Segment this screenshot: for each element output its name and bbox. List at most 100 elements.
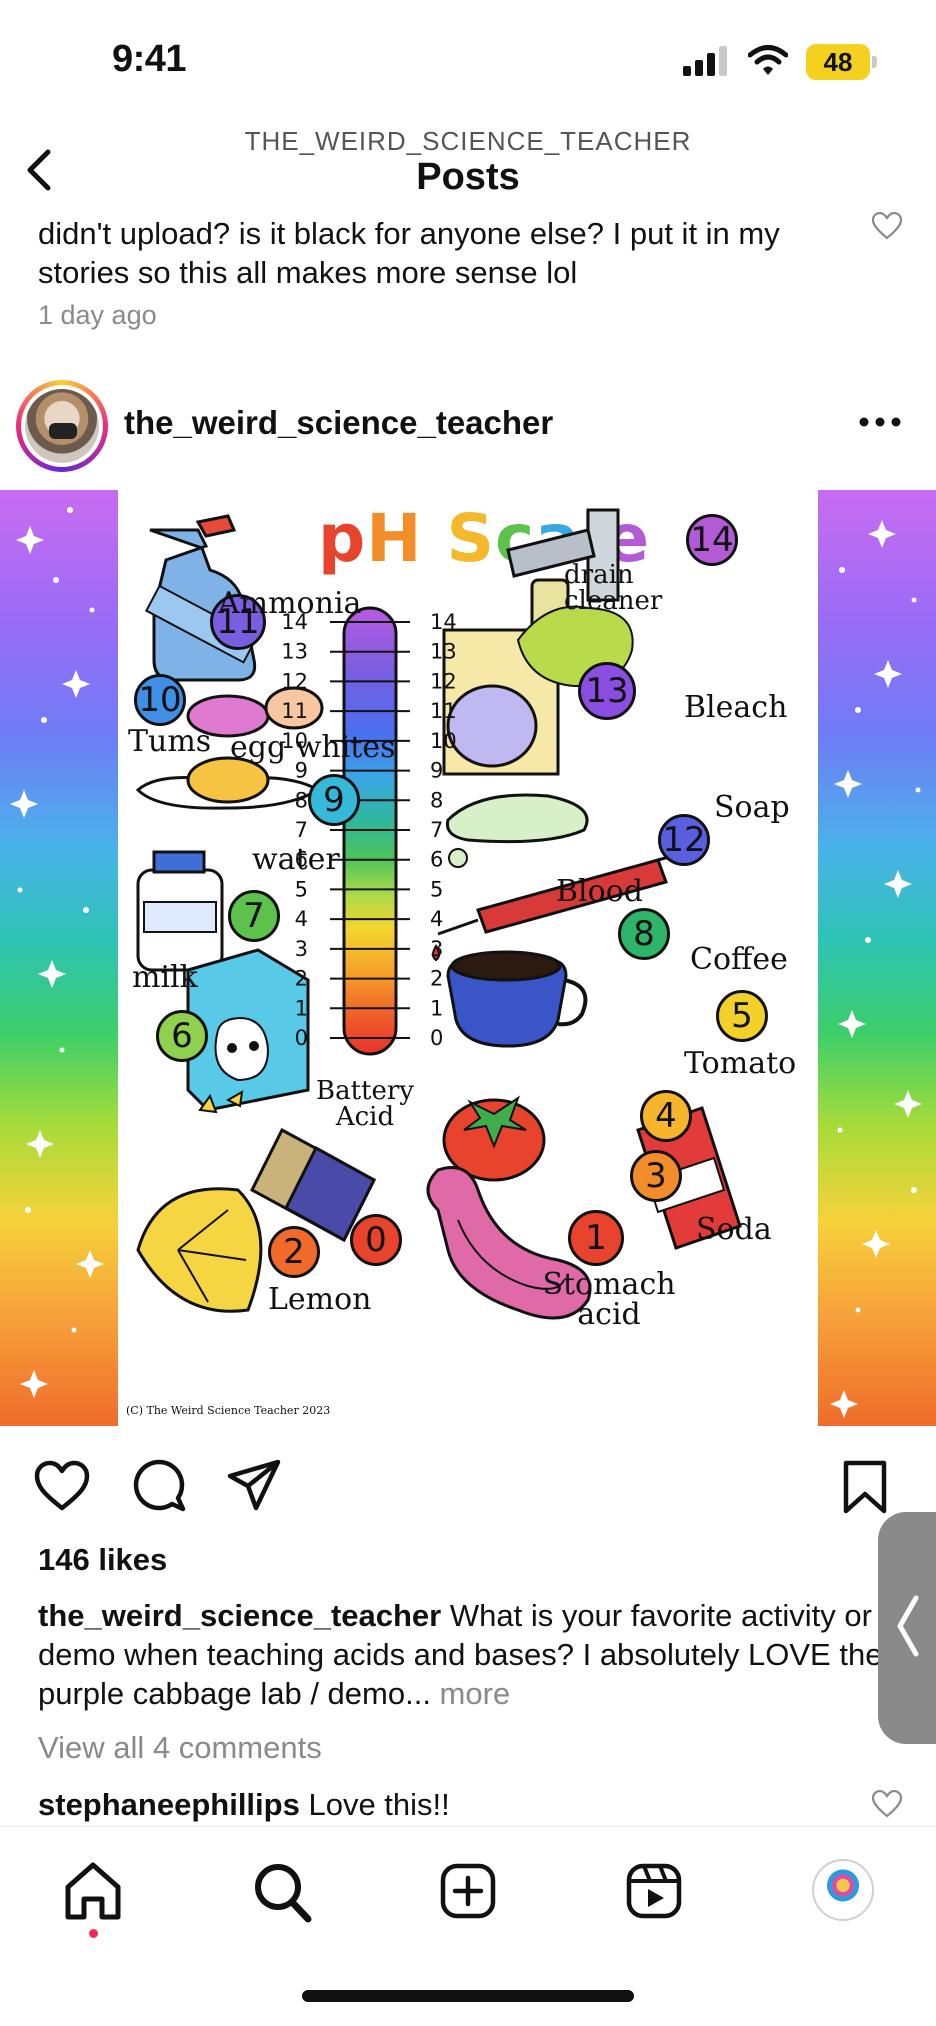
wifi-icon [748,45,788,75]
battery-level: 48 [823,47,853,77]
label-egg-whites: egg whites [230,730,396,765]
scale-number-left: 3 [295,937,308,961]
comment-text: Love this!! [299,1787,450,1822]
poster-copyright: (C) The Weird Science Teacher 2023 [126,1404,331,1417]
ph-badge-drain-cleaner: 14 [686,514,738,566]
page-header: THE_WEIRD_SCIENCE_TEACHER Posts [0,120,936,220]
ph-badge-tums: 10 [134,674,186,726]
ph-badge-milk: 6 [156,1010,208,1062]
comment-like-icon[interactable] [872,212,902,240]
ph-badge-tomato: 4 [640,1090,692,1142]
scale-number-right: 5 [430,877,443,901]
ph-badge-water: 7 [228,890,280,942]
label-soap: Soap [714,790,790,825]
view-all-comments-link[interactable]: View all 4 comments [38,1730,322,1766]
comment-username[interactable]: stephaneephillips [38,1787,300,1822]
search-icon[interactable] [252,1861,312,1923]
ph-badge-bleach: 13 [578,662,636,720]
scale-number-right: 11 [430,699,457,723]
rainbow-border-left [0,490,118,1426]
scale-number-left: 2 [295,967,308,991]
sparkles-right [830,520,922,1418]
ph-badge-soda: 3 [630,1150,682,1202]
share-icon[interactable] [226,1458,282,1512]
scale-number-left: 13 [281,640,308,664]
rainbow-border-right [818,490,936,1426]
scale-number-left: 4 [295,907,308,931]
ph-scale-poster: pH Scale [118,490,818,1426]
scale-number-right: 9 [430,759,443,783]
scale-number-right: 8 [430,788,443,812]
scale-number-right: 6 [430,848,443,872]
home-indicator [302,1990,634,2002]
comment-like-icon[interactable] [872,1790,902,1818]
post-username[interactable]: the_weird_science_teacher [124,404,553,442]
post-actions [0,1446,936,1526]
status-time: 9:41 [112,38,187,80]
avatar[interactable] [16,380,108,472]
cellular-signal-icon [683,46,727,76]
ph-badge-egg-whites: 9 [308,774,360,826]
ph-badge-lemon: 2 [268,1226,320,1278]
comment-icon[interactable] [132,1458,186,1512]
scale-number-left: 0 [295,1026,308,1050]
home-icon[interactable] [62,1861,124,1923]
scale-number-left: 1 [295,996,308,1020]
battery-indicator: 48 [806,44,878,80]
scale-number-right: 2 [430,967,443,991]
label-blood: Blood [556,874,643,909]
save-icon[interactable] [842,1460,888,1514]
label-tums: Tums [128,724,212,759]
scale-number-left: 7 [295,818,308,842]
caption-more-link[interactable]: more [431,1676,511,1711]
heart-icon[interactable] [34,1460,90,1512]
like-count[interactable]: 146 likes [38,1542,167,1578]
scale-number-left: 11 [281,699,308,723]
scale-number-right: 10 [430,729,457,753]
ph-badge-blood: 8 [618,908,670,960]
label-lemon: Lemon [268,1282,372,1317]
label-soda: Soda [696,1212,772,1247]
ph-badge-soap: 12 [658,814,710,866]
chevron-left-icon [897,1595,919,1657]
reels-icon[interactable] [626,1863,682,1919]
notification-dot [89,1929,98,1938]
ph-badge-battery-acid: 0 [350,1214,402,1266]
scale-number-left: 8 [295,788,308,812]
previous-comment-text: didn't upload? is it black for anyone el… [38,216,780,286]
header-subtitle: THE_WEIRD_SCIENCE_TEACHER [244,126,692,156]
scale-number-right: 12 [430,669,457,693]
scale-number-left: 12 [281,669,308,693]
post-image[interactable]: pH Scale [0,490,936,1426]
scale-number-right: 0 [430,1026,443,1050]
scale-number-right: 3 [430,937,443,961]
label-ammonia: Ammonia [218,586,362,621]
page-title: Posts [416,156,520,198]
scale-number-right: 4 [430,907,443,931]
scale-number-right: 1 [430,996,443,1020]
more-icon[interactable] [858,416,902,428]
profile-avatar-image [820,1867,866,1913]
avatar-image [25,389,99,463]
label-tomato: Tomato [684,1046,797,1081]
label-stomach-acid: Stomach acid [542,1267,676,1332]
label-water: water [252,842,340,877]
scale-number-left: 5 [295,877,308,901]
status-bar: 9:41 48 [0,0,936,120]
label-coffee: Coffee [690,942,788,977]
ph-badge-stomach-acid: 1 [568,1210,624,1266]
scale-number-right: 13 [430,640,457,664]
sparkles-left [10,507,104,1398]
profile-avatar[interactable] [812,1859,874,1921]
caption-username[interactable]: the_weird_science_teacher [38,1598,441,1633]
battery-tip [872,56,877,68]
post-header: the_weird_science_teacher [0,378,936,474]
create-icon[interactable] [440,1863,496,1919]
ph-badge-coffee: 5 [716,990,768,1042]
scale-number-right: 7 [430,818,443,842]
label-bleach: Bleach [684,690,788,725]
post-caption: the_weird_science_teacher What is your f… [38,1596,888,1713]
label-drain-cleaner: drain cleaner [564,560,663,616]
label-battery-acid: Battery Acid [315,1076,414,1132]
scale-number-right: 14 [430,610,457,634]
